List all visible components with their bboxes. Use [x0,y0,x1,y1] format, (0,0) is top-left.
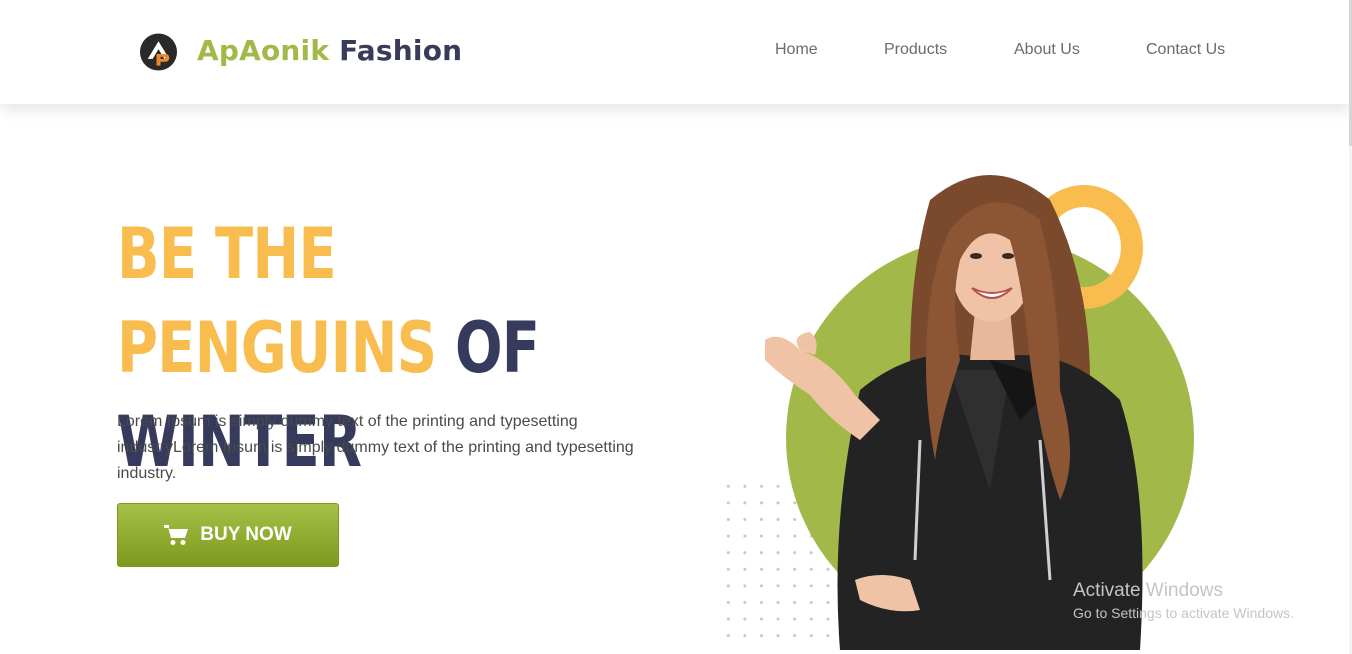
ap-logo-icon[interactable] [139,32,178,72]
buy-now-button[interactable]: BUY NOW [117,503,339,567]
watermark-title: Activate Windows [1073,580,1223,601]
brand-name-rest: Fashion [339,34,463,67]
brand-name-accent: ApAonik [197,34,330,67]
headline-accent: BE THE PENGUINS [117,213,437,389]
watermark-subtitle: Go to Settings to activate Windows. [1073,605,1294,621]
headline-of: OF [454,307,540,389]
model-in-leather-jacket-image [765,175,1143,650]
site-header: ApAonik Fashion Home Products About Us C… [0,0,1352,104]
nav-contact-us[interactable]: Contact Us [1146,41,1225,59]
nav-products[interactable]: Products [884,41,947,59]
shopping-cart-icon [164,525,189,545]
nav-about-us[interactable]: About Us [1014,41,1080,59]
hero-description: Lorem Ipsum is simply dummy text of the … [117,413,634,482]
buy-now-label: BUY NOW [200,524,292,545]
nav-home[interactable]: Home [775,41,818,59]
brand-name[interactable]: ApAonik Fashion [197,34,462,67]
windows-activation-watermark: Activate Windows Go to Settings to activ… [1073,580,1294,621]
